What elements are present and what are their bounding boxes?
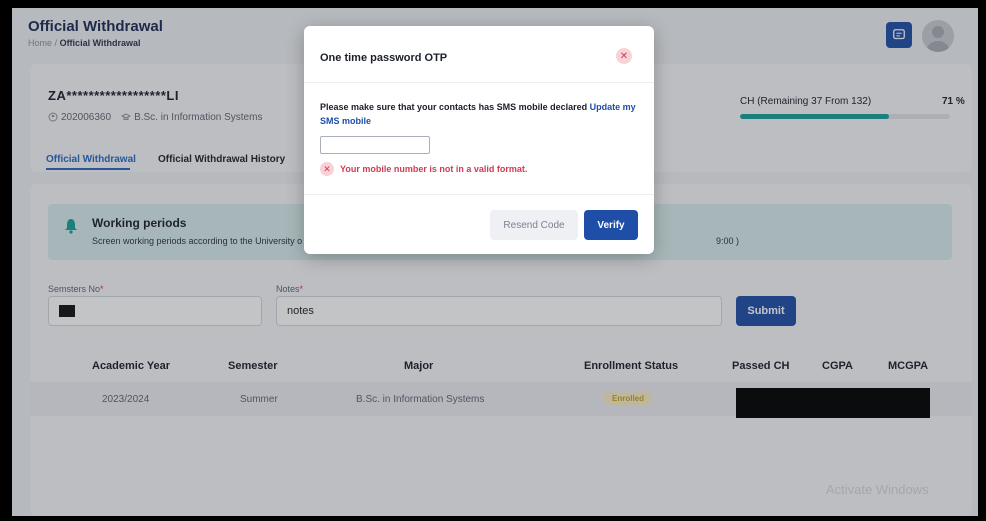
otp-input[interactable] bbox=[320, 136, 430, 154]
close-icon: ✕ bbox=[619, 50, 629, 62]
page: Official Withdrawal Home / Official With… bbox=[12, 8, 978, 516]
resend-code-button[interactable]: Resend Code bbox=[490, 210, 578, 240]
otp-message: Please make sure that your contacts has … bbox=[320, 100, 640, 128]
error-icon: ✕ bbox=[320, 162, 334, 176]
divider bbox=[304, 82, 654, 83]
error-text: Your mobile number is not in a valid for… bbox=[340, 164, 528, 174]
divider bbox=[304, 194, 654, 195]
error-message: ✕ Your mobile number is not in a valid f… bbox=[320, 162, 527, 176]
screen-frame: Official Withdrawal Home / Official With… bbox=[12, 8, 978, 516]
otp-message-text: Please make sure that your contacts has … bbox=[320, 102, 590, 112]
verify-button[interactable]: Verify bbox=[584, 210, 638, 240]
modal-title: One time password OTP bbox=[320, 52, 448, 64]
close-button[interactable]: ✕ bbox=[616, 48, 632, 64]
otp-modal: One time password OTP ✕ Please make sure… bbox=[304, 26, 654, 254]
